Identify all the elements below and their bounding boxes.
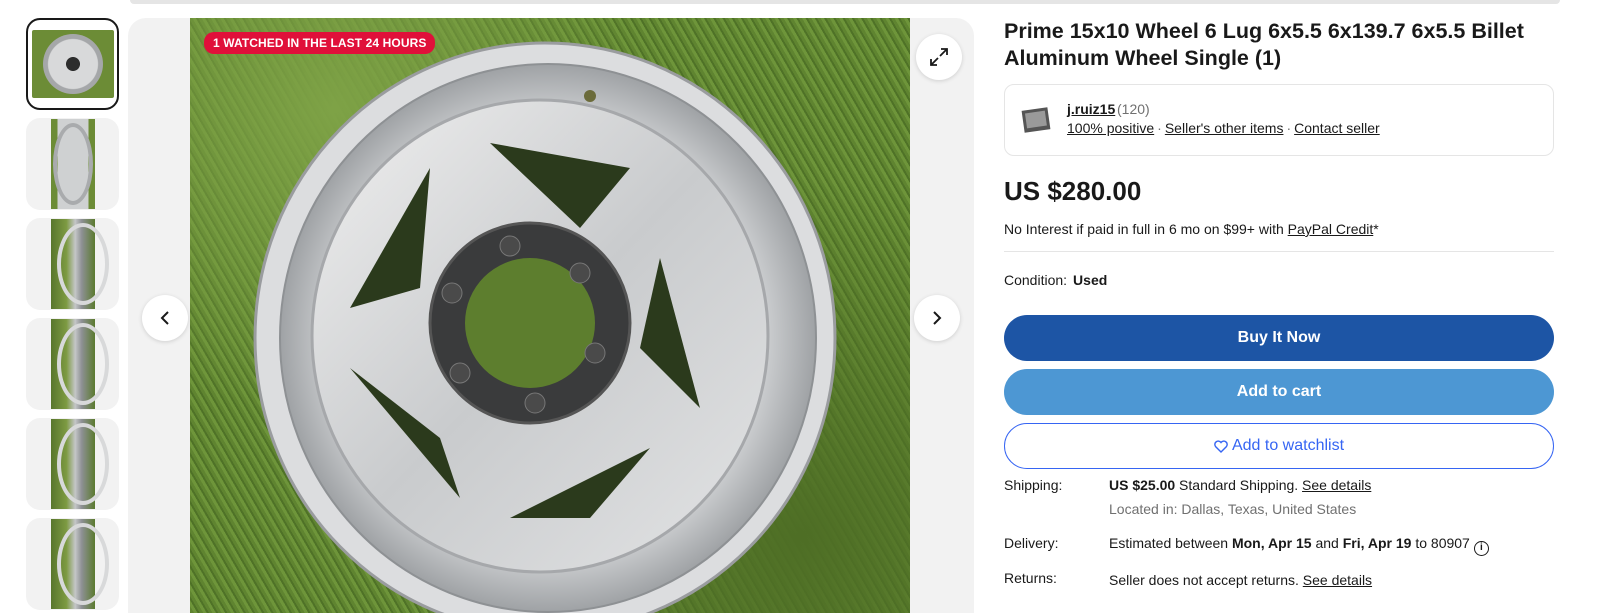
condition-row: Condition: Used: [1004, 272, 1554, 288]
info-icon[interactable]: i: [1473, 541, 1489, 556]
watched-badge: 1 WATCHED IN THE LAST 24 HOURS: [204, 32, 436, 54]
paypal-credit-link[interactable]: PayPal Credit: [1288, 221, 1374, 237]
separator-dot: ·: [1286, 120, 1292, 136]
listing-title: Prime 15x10 Wheel 6 Lug 6x5.5 6x139.7 6x…: [1004, 19, 1524, 70]
returns-text: Seller does not accept returns.: [1109, 572, 1303, 588]
delivery-and: and: [1311, 535, 1343, 551]
seller-positive-link[interactable]: 100% positive: [1067, 120, 1154, 136]
seller-links: 100% positive · Seller's other items · Conta…: [1067, 120, 1380, 136]
heart-icon: [1214, 439, 1228, 453]
seller-feedback-count: (120): [1117, 101, 1150, 117]
shipping-value: US $25.00 Standard Shipping. See details: [1109, 477, 1371, 493]
thumbnail-3[interactable]: [26, 218, 119, 310]
shipping-price: US $25.00: [1109, 477, 1176, 493]
condition-value: Used: [1073, 272, 1108, 288]
shipping-method: Standard Shipping.: [1175, 477, 1303, 493]
delivery-end-date: Fri, Apr 19: [1342, 535, 1412, 551]
thumbnail-4[interactable]: [26, 318, 119, 410]
delivery-value: Estimated between Mon, Apr 15 and Fri, A…: [1109, 535, 1489, 556]
thumbnail-1[interactable]: [26, 18, 119, 110]
price: US $280.00: [1004, 176, 1142, 206]
watchlist-label: Add to watchlist: [1231, 437, 1345, 454]
top-divider: [130, 0, 1560, 4]
main-image-gallery: 1 WATCHED IN THE LAST 24 HOURS: [128, 18, 974, 613]
delivery-label: Delivery:: [1004, 535, 1059, 551]
seller-name-link[interactable]: j.ruiz15: [1067, 101, 1115, 117]
thumbnail-list: [26, 18, 119, 613]
add-to-watchlist-button[interactable]: Add to watchlist: [1004, 423, 1554, 469]
thumbnail-6[interactable]: [26, 518, 119, 610]
divider: [1004, 251, 1554, 252]
contact-seller-link[interactable]: Contact seller: [1294, 120, 1380, 136]
item-location: Located in: Dallas, Texas, United States: [1109, 501, 1357, 517]
chevron-right-icon: [933, 311, 942, 325]
separator-dot: ·: [1157, 120, 1162, 136]
seller-card: j.ruiz15 (120) 100% positive · Seller's ot…: [1004, 84, 1554, 156]
shipping-details-link[interactable]: See details: [1302, 477, 1371, 493]
chevron-left-icon: [160, 311, 169, 325]
expand-image-button[interactable]: [916, 34, 962, 80]
listing-details: Prime 15x10 Wheel 6 Lug 6x5.5 6x139.7 6x…: [1004, 18, 1554, 588]
delivery-prefix: Estimated between: [1109, 535, 1232, 551]
delivery-zip: to 80907: [1411, 535, 1470, 551]
financing-note: No Interest if paid in full in 6 mo on $…: [1004, 221, 1554, 237]
shipping-label: Shipping:: [1004, 477, 1063, 493]
thumbnail-5[interactable]: [26, 418, 119, 510]
next-image-button[interactable]: [914, 295, 960, 341]
wheel-illustration: [253, 41, 837, 613]
seller-avatar[interactable]: [1021, 103, 1051, 137]
financing-suffix: *: [1373, 221, 1379, 237]
seller-other-items-link[interactable]: Seller's other items: [1165, 120, 1284, 136]
returns-details-link[interactable]: See details: [1303, 572, 1372, 588]
add-to-cart-button[interactable]: Add to cart: [1004, 369, 1554, 415]
wheel-photo[interactable]: 1 WATCHED IN THE LAST 24 HOURS: [190, 18, 910, 613]
buy-it-now-button[interactable]: Buy It Now: [1004, 315, 1554, 361]
expand-icon: [930, 48, 948, 66]
returns-label: Returns:: [1004, 570, 1057, 586]
thumbnail-2[interactable]: [26, 118, 119, 210]
returns-value: Seller does not accept returns. See deta…: [1109, 572, 1372, 588]
delivery-start-date: Mon, Apr 15: [1231, 535, 1312, 551]
previous-image-button[interactable]: [142, 295, 188, 341]
financing-text: No Interest if paid in full in 6 mo on $…: [1004, 221, 1288, 237]
condition-label: Condition:: [1004, 272, 1068, 288]
